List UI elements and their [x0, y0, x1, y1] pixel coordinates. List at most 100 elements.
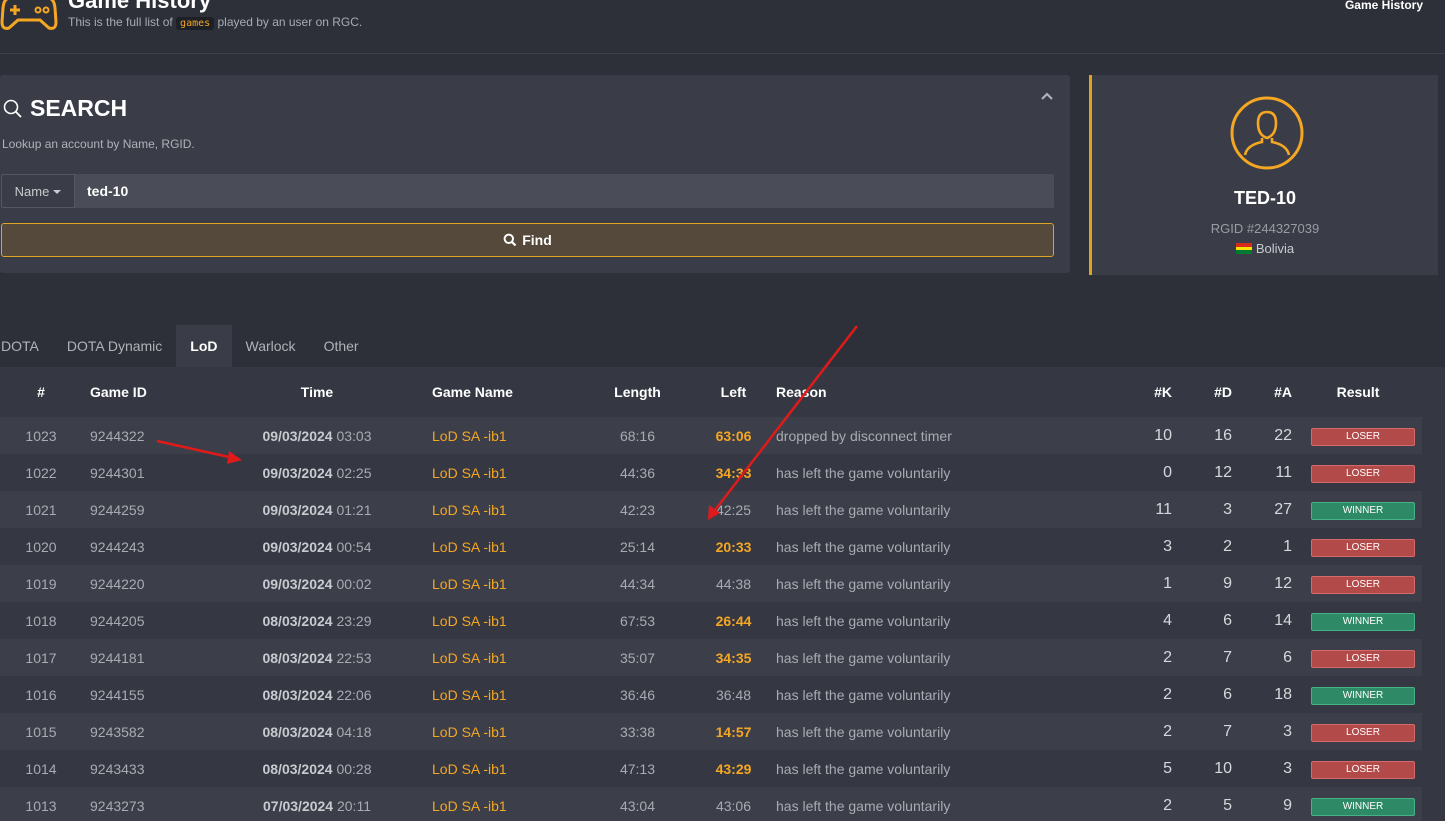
result-badge: LOSER: [1311, 649, 1415, 668]
table-row[interactable]: 1014 9243433 08/03/2024 00:28 LoD SA -ib1 47…: [0, 750, 1422, 787]
find-button[interactable]: Find: [1, 223, 1054, 257]
header-result: Result: [1336, 384, 1380, 400]
cell-time: 08/03/2024 00:28: [202, 750, 432, 787]
table-row[interactable]: 1023 9244322 09/03/2024 03:03 LoD SA -ib1 68…: [0, 417, 1422, 454]
table-row[interactable]: 1019 9244220 09/03/2024 00:02 LoD SA -ib1 44…: [0, 565, 1422, 602]
cell-kills: 11: [1155, 500, 1172, 518]
cell-reason: has left the game voluntarily: [776, 760, 951, 777]
cell-assists: 11: [1275, 463, 1292, 481]
cell-date: 09/03/2024: [262, 427, 333, 444]
cell-time: 09/03/2024 00:02: [202, 565, 432, 602]
cell-game-name[interactable]: LoD SA -ib1: [432, 787, 584, 821]
cell-length: 44:34: [619, 575, 656, 592]
table-header-row: # Game ID Time Game Name Length Left Rea…: [0, 367, 1422, 417]
game-name-link[interactable]: LoD SA -ib1: [432, 428, 507, 444]
cell-length: 43:04: [619, 797, 656, 814]
game-name-link[interactable]: LoD SA -ib1: [432, 613, 507, 629]
cell-game-id[interactable]: 9244259: [82, 491, 202, 528]
cell-game-id[interactable]: 9243582: [82, 713, 202, 750]
cell-deaths: 9: [1223, 574, 1232, 592]
game-name-link[interactable]: LoD SA -ib1: [432, 576, 507, 592]
search-field-select[interactable]: Name: [1, 174, 75, 208]
subtitle-code-tag: games: [176, 17, 215, 30]
tab-warlock[interactable]: Warlock: [232, 325, 310, 367]
cell-game-id[interactable]: 9243433: [82, 750, 202, 787]
result-badge: LOSER: [1311, 538, 1415, 557]
cell-clock: 22:06: [336, 686, 372, 703]
cell-game-name[interactable]: LoD SA -ib1: [432, 713, 584, 750]
avatar-user-icon: [1230, 96, 1304, 170]
cell-reason: has left the game voluntarily: [776, 649, 951, 666]
game-name-link[interactable]: LoD SA -ib1: [432, 724, 507, 740]
cell-game-name[interactable]: LoD SA -ib1: [432, 528, 584, 565]
cell-deaths: 7: [1223, 648, 1232, 666]
table-row[interactable]: 1015 9243582 08/03/2024 04:18 LoD SA -ib1 33…: [0, 713, 1422, 750]
cell-deaths: 6: [1223, 685, 1232, 703]
cell-time: 07/03/2024 20:11: [202, 787, 432, 821]
cell-game-name[interactable]: LoD SA -ib1: [432, 602, 584, 639]
game-name-link[interactable]: LoD SA -ib1: [432, 539, 507, 555]
table-row[interactable]: 1021 9244259 09/03/2024 01:21 LoD SA -ib1 42…: [0, 491, 1422, 528]
tab-dota-dynamic[interactable]: DOTA Dynamic: [53, 325, 176, 367]
page-header: Game History This is the full list of ga…: [0, 0, 1445, 54]
search-input[interactable]: [75, 174, 1054, 208]
game-name-link[interactable]: LoD SA -ib1: [432, 502, 507, 518]
cell-clock: 20:11: [336, 797, 371, 814]
cell-game-id[interactable]: 9243273: [82, 787, 202, 821]
chevron-up-icon[interactable]: [1040, 89, 1054, 103]
result-badge: LOSER: [1311, 464, 1415, 483]
cell-deaths: 6: [1223, 611, 1232, 629]
cell-game-name[interactable]: LoD SA -ib1: [432, 565, 584, 602]
cell-clock: 22:53: [336, 649, 372, 666]
cell-game-name[interactable]: LoD SA -ib1: [432, 491, 584, 528]
cell-reason: dropped by disconnect timer: [776, 427, 952, 444]
table-row[interactable]: 1013 9243273 07/03/2024 20:11 LoD SA -ib1 43…: [0, 787, 1422, 821]
cell-game-name[interactable]: LoD SA -ib1: [432, 750, 584, 787]
profile-name: TED-10: [1233, 188, 1296, 208]
cell-game-id[interactable]: 9244243: [82, 528, 202, 565]
game-name-link[interactable]: LoD SA -ib1: [432, 465, 507, 481]
cell-date: 09/03/2024: [262, 538, 333, 555]
cell-result: LOSER: [1294, 713, 1422, 750]
table-row[interactable]: 1016 9244155 08/03/2024 22:06 LoD SA -ib1 36…: [0, 676, 1422, 713]
cell-time: 08/03/2024 22:06: [202, 676, 432, 713]
game-name-link[interactable]: LoD SA -ib1: [432, 761, 507, 777]
cell-length: 44:36: [619, 464, 656, 481]
cell-clock: 23:29: [336, 612, 372, 629]
cell-date: 08/03/2024: [262, 760, 333, 777]
cell-game-name[interactable]: LoD SA -ib1: [432, 454, 584, 491]
table-row[interactable]: 1020 9244243 09/03/2024 00:54 LoD SA -ib1 25…: [0, 528, 1422, 565]
cell-num: 1015: [25, 723, 57, 740]
cell-reason: has left the game voluntarily: [776, 612, 951, 629]
search-field-select-label: Name: [14, 183, 50, 199]
cell-game-id[interactable]: 9244155: [82, 676, 202, 713]
game-name-link[interactable]: LoD SA -ib1: [432, 650, 507, 666]
cell-date: 09/03/2024: [262, 575, 333, 592]
cell-game-name[interactable]: LoD SA -ib1: [432, 676, 584, 713]
cell-result: WINNER: [1294, 787, 1422, 821]
cell-length: 67:53: [619, 612, 656, 629]
cell-game-id[interactable]: 9244301: [82, 454, 202, 491]
header-time: Time: [300, 384, 334, 400]
cell-game-id[interactable]: 9244205: [82, 602, 202, 639]
cell-game-id[interactable]: 9244181: [82, 639, 202, 676]
cell-num: 1020: [25, 538, 57, 555]
cell-game-name[interactable]: LoD SA -ib1: [432, 417, 584, 454]
game-name-link[interactable]: LoD SA -ib1: [432, 687, 507, 703]
cell-left: 20:33: [715, 538, 752, 555]
tab-dota[interactable]: DOTA: [0, 325, 53, 367]
tab-lod[interactable]: LoD: [176, 325, 232, 367]
search-icon: [503, 233, 517, 247]
cell-clock: 04:18: [336, 723, 372, 740]
cell-game-name[interactable]: LoD SA -ib1: [432, 639, 584, 676]
cell-game-id[interactable]: 9244322: [82, 417, 202, 454]
cell-result: LOSER: [1294, 565, 1422, 602]
cell-clock: 01:21: [336, 501, 372, 518]
tab-other[interactable]: Other: [310, 325, 373, 367]
table-row[interactable]: 1022 9244301 09/03/2024 02:25 LoD SA -ib1 44…: [0, 454, 1422, 491]
table-row[interactable]: 1018 9244205 08/03/2024 23:29 LoD SA -ib1 67…: [0, 602, 1422, 639]
table-row[interactable]: 1017 9244181 08/03/2024 22:53 LoD SA -ib1 35…: [0, 639, 1422, 676]
cell-num: 1018: [25, 612, 57, 629]
cell-game-id[interactable]: 9244220: [82, 565, 202, 602]
game-name-link[interactable]: LoD SA -ib1: [432, 798, 507, 814]
